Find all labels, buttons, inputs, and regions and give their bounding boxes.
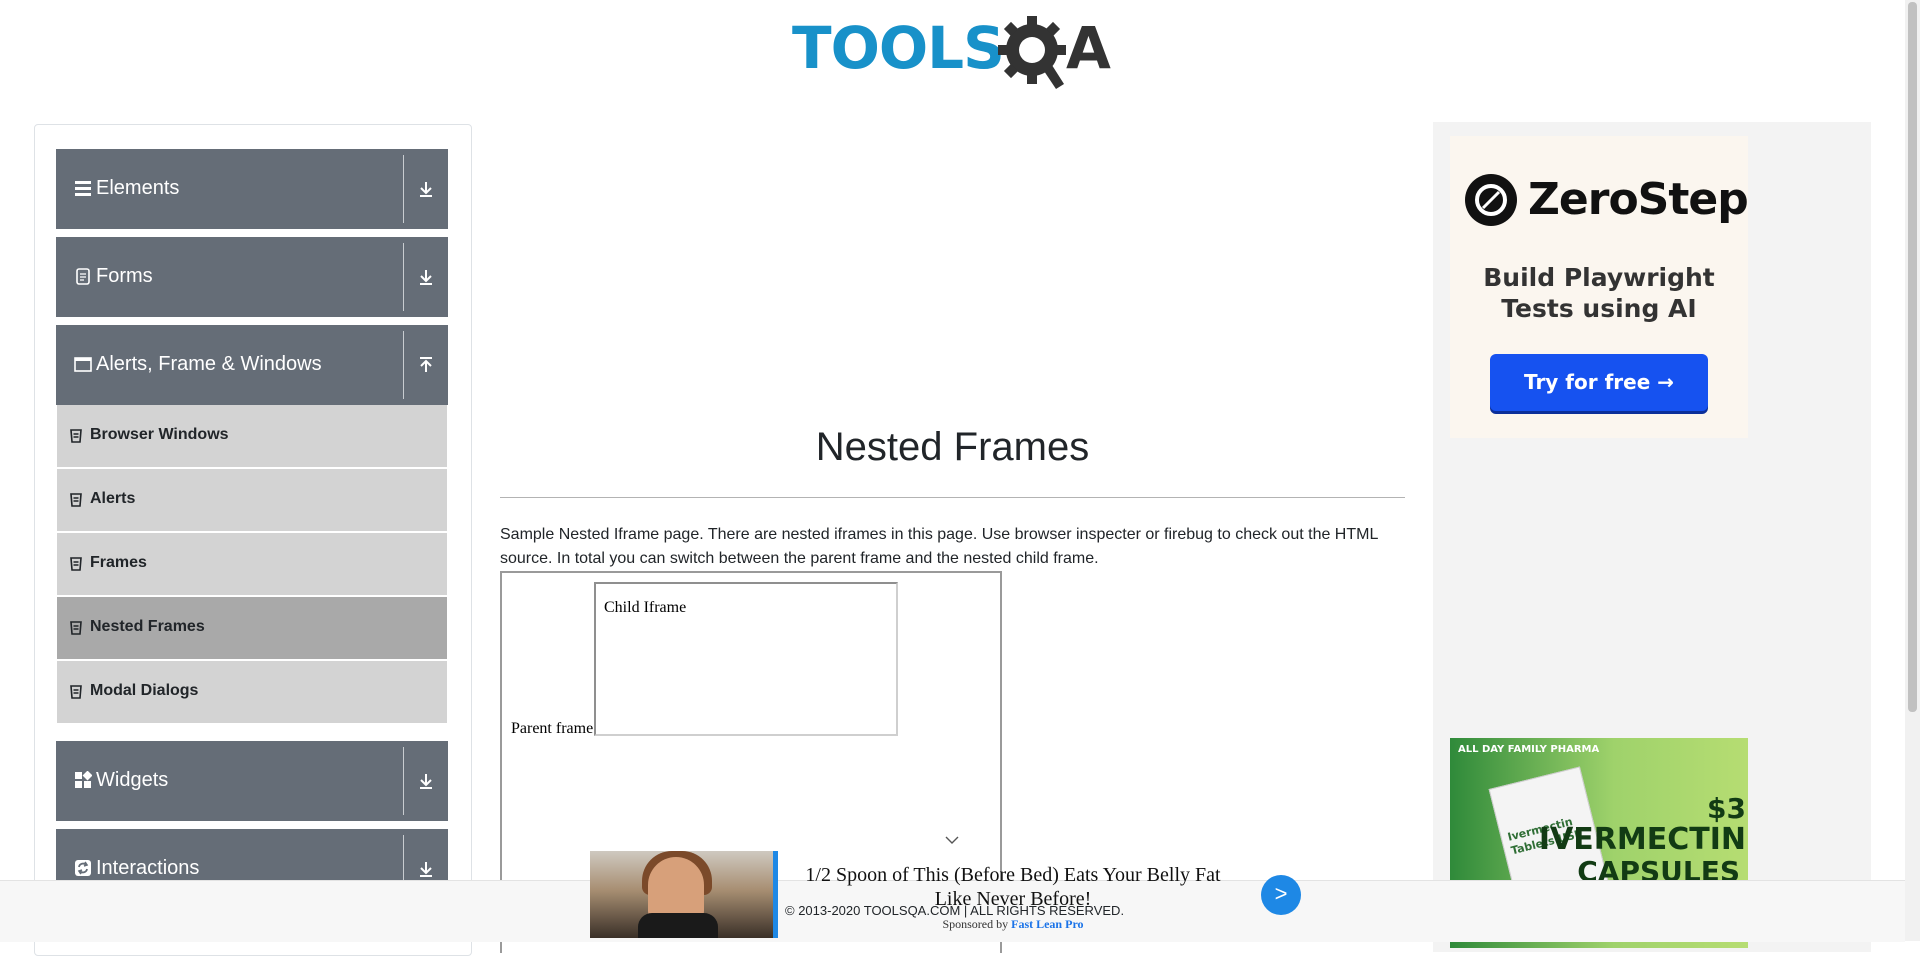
- list-item-icon: [70, 685, 82, 699]
- sidebar-item-frames[interactable]: Frames: [57, 533, 447, 597]
- bottom-sticky-ad[interactable]: 1/2 Spoon of This (Before Bed) Eats Your…: [590, 851, 1301, 941]
- zerostep-ad[interactable]: ZeroStep Build Playwright Tests using AI…: [1450, 136, 1749, 438]
- sidebar-group-label: Elements: [96, 177, 180, 199]
- list-item-icon: [70, 493, 82, 507]
- expand-down-icon[interactable]: [416, 267, 436, 287]
- sidebar-group-widgets[interactable]: Widgets: [56, 741, 448, 821]
- expand-down-icon[interactable]: [416, 771, 436, 791]
- sidebar-item-label: Modal Dialogs: [90, 682, 199, 699]
- toolsqa-logo[interactable]: TOOLS A: [792, 14, 1118, 94]
- sidebar-group-label: Interactions: [96, 857, 200, 879]
- divider: [403, 243, 404, 311]
- sidebar-item-nested-frames[interactable]: Nested Frames: [57, 597, 447, 661]
- child-iframe[interactable]: Child Iframe: [594, 582, 898, 736]
- list-item-icon: [70, 557, 82, 571]
- list-item-icon: [70, 621, 82, 635]
- sidebar-group-label: Forms: [96, 265, 153, 287]
- scrollbar-thumb[interactable]: [1908, 2, 1917, 712]
- sidebar-group-alerts-frame-windows[interactable]: Alerts, Frame & Windows: [56, 325, 448, 405]
- child-frame-label: Child Iframe: [604, 599, 687, 616]
- page-title: Nested Frames: [815, 425, 1090, 469]
- zerostep-tagline: Build Playwright Tests using AI: [1483, 263, 1715, 323]
- chevron-down-icon[interactable]: [944, 835, 960, 845]
- ad-sponsor-line: Sponsored by Fast Lean Pro: [788, 917, 1238, 932]
- sidebar-group-label: Widgets: [96, 769, 169, 791]
- expand-down-icon[interactable]: [416, 179, 436, 199]
- sponsor-link[interactable]: Fast Lean Pro: [1011, 917, 1083, 931]
- right-ad-column: ZeroStep Build Playwright Tests using AI…: [1433, 122, 1871, 952]
- sidebar-group-forms[interactable]: Forms: [56, 237, 448, 317]
- logo-text-tools: TOOLS: [792, 14, 1005, 82]
- top-ad-slot: [500, 124, 1405, 364]
- gear-q-icon: [998, 16, 1066, 89]
- sidebar-item-browser-windows[interactable]: Browser Windows: [57, 405, 447, 469]
- interactions-icon: [75, 860, 91, 876]
- pharma-price: $3: [1707, 792, 1746, 825]
- divider: [500, 497, 1405, 498]
- divider: [403, 747, 404, 815]
- list-item-icon: [70, 429, 82, 443]
- document-icon: [76, 268, 90, 285]
- pharma-brand: ALL DAY FAMILY PHARMA: [1458, 744, 1600, 755]
- try-for-free-button[interactable]: Try for free →: [1490, 354, 1708, 411]
- page-description: Sample Nested Iframe page. There are nes…: [500, 526, 1378, 567]
- widgets-icon: [75, 771, 92, 788]
- ad-thumbnail-image: [590, 851, 778, 938]
- vertical-scrollbar[interactable]: [1905, 0, 1920, 941]
- sidebar-group-elements[interactable]: Elements: [56, 149, 448, 229]
- divider: [403, 155, 404, 223]
- sidebar-item-label: Frames: [90, 554, 147, 571]
- zerostep-logo-icon: [1465, 174, 1517, 226]
- sidebar-group-label: Alerts, Frame & Windows: [96, 353, 322, 375]
- zerostep-brand: ZeroStep: [1528, 174, 1749, 225]
- sponsored-prefix: Sponsored by: [942, 917, 1009, 931]
- ad-next-button[interactable]: >: [1261, 875, 1301, 915]
- sidebar-item-label: Browser Windows: [90, 426, 229, 443]
- logo-text-a: A: [1066, 14, 1111, 82]
- sidebar-item-label: Nested Frames: [90, 618, 205, 635]
- sidebar-item-label: Alerts: [90, 490, 136, 507]
- sidebar-item-alerts[interactable]: Alerts: [57, 469, 447, 533]
- sidebar-item-modal-dialogs[interactable]: Modal Dialogs: [57, 661, 447, 725]
- pharma-product-line1: IVERMECTIN: [1538, 822, 1746, 857]
- collapse-up-icon[interactable]: [416, 355, 436, 375]
- hamburger-icon: [75, 181, 91, 196]
- ad-headline[interactable]: 1/2 Spoon of This (Before Bed) Eats Your…: [788, 863, 1238, 911]
- window-icon: [74, 357, 92, 372]
- left-sidebar: Elements Forms Alerts, Frame & Windows B…: [34, 124, 472, 956]
- divider: [403, 331, 404, 399]
- parent-frame-label: Parent frame: [511, 720, 594, 737]
- expand-down-icon[interactable]: [416, 859, 436, 879]
